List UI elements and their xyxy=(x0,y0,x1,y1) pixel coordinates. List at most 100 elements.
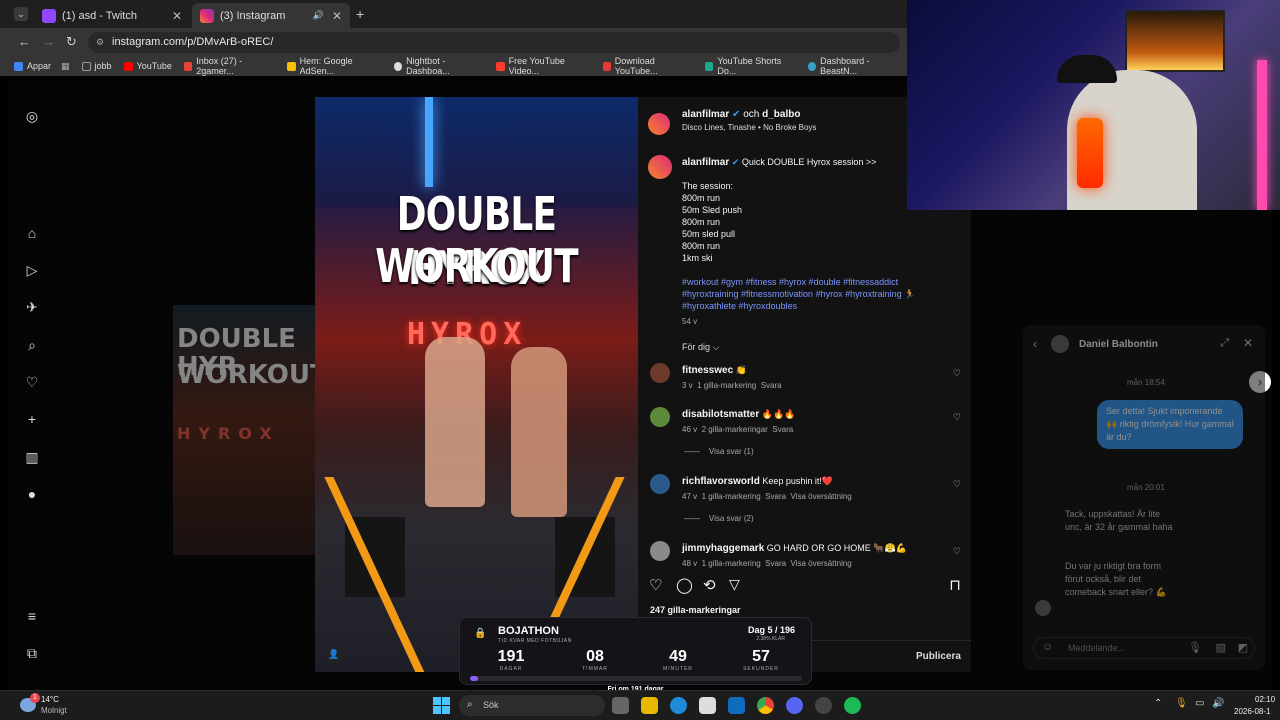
close-icon[interactable]: ✕ xyxy=(1243,336,1253,350)
network-icon[interactable]: ▭ xyxy=(1195,698,1204,709)
edge-icon[interactable] xyxy=(670,697,687,714)
obs-icon[interactable] xyxy=(815,697,832,714)
user-tag-icon[interactable]: 👤 xyxy=(325,645,343,663)
avatar[interactable] xyxy=(650,363,670,383)
new-tab-button[interactable]: + xyxy=(356,6,364,22)
comment-user[interactable]: richflavorsworld xyxy=(682,476,760,487)
create-icon[interactable]: + xyxy=(24,411,40,427)
audio-link[interactable]: Disco Lines, Tinashe • No Broke Boys xyxy=(682,123,816,132)
search-icon[interactable]: ⌕ xyxy=(24,337,40,353)
forward-icon[interactable]: → xyxy=(42,34,55,49)
repost-icon[interactable]: ⟲ xyxy=(703,576,716,594)
comment-icon[interactable]: ◯ xyxy=(676,576,693,594)
task-view-icon[interactable] xyxy=(612,697,629,714)
close-icon[interactable]: ✕ xyxy=(332,9,342,23)
spotify-icon[interactable] xyxy=(844,697,861,714)
save-icon[interactable]: ⊓ xyxy=(949,576,961,594)
dashboard-icon[interactable]: ▥ xyxy=(24,449,40,465)
emoji-icon[interactable]: ☺ xyxy=(1042,641,1053,653)
reels-icon[interactable]: ▷ xyxy=(24,262,40,278)
coauthor-link[interactable]: d_balbo xyxy=(762,109,800,120)
site-info-icon[interactable]: ⚙ xyxy=(96,36,104,49)
reply-button[interactable]: Svara xyxy=(772,425,793,434)
windows-start-icon[interactable] xyxy=(433,697,450,714)
bookmark-apps[interactable]: Appar xyxy=(14,61,51,71)
like-icon[interactable]: ♡ xyxy=(649,576,662,594)
share-icon[interactable]: ▽ xyxy=(729,576,740,593)
tray-chevron-icon[interactable]: ⌃ xyxy=(1154,698,1162,709)
dm-contact-name[interactable]: Daniel Balbontin xyxy=(1079,339,1158,350)
notifications-icon[interactable]: ♡ xyxy=(24,374,40,390)
discord-icon[interactable] xyxy=(786,697,803,714)
url-input[interactable]: ⚙ instagram.com/p/DMvArB-oREC/ xyxy=(88,32,900,53)
bookmark-beastn[interactable]: Dashboard - BeastN... xyxy=(807,56,902,76)
back-icon[interactable]: ‹ xyxy=(1033,337,1037,351)
heart-icon[interactable]: ♡ xyxy=(953,546,961,557)
outlook-icon[interactable] xyxy=(728,697,745,714)
avatar[interactable] xyxy=(648,155,672,179)
author-link[interactable]: alanfilmar xyxy=(682,157,729,168)
sticker-icon[interactable]: ◩ xyxy=(1238,641,1248,654)
store-icon[interactable] xyxy=(699,697,716,714)
image-icon[interactable]: ▨ xyxy=(1216,641,1226,654)
heart-icon[interactable]: ♡ xyxy=(953,479,961,490)
comment-likes[interactable]: 2 gilla-markeringar xyxy=(702,425,768,434)
expand-icon[interactable]: ⤢ xyxy=(1220,337,1229,350)
clock-date[interactable]: 2026-08-1 xyxy=(1234,707,1270,716)
back-icon[interactable]: ← xyxy=(18,34,31,49)
profile-avatar[interactable]: ● xyxy=(24,486,40,502)
messages-icon[interactable]: ✈ xyxy=(24,299,40,315)
view-replies[interactable]: —— Visa svar (1) xyxy=(684,447,754,456)
bookmark-download-youtube[interactable]: Download YouTube... xyxy=(602,56,694,76)
grid-icon[interactable]: ▦ xyxy=(61,61,70,72)
view-replies-label[interactable]: Visa svar (2) xyxy=(709,514,754,523)
comment-likes[interactable]: 1 gilla-markering xyxy=(697,381,756,390)
file-explorer-icon[interactable] xyxy=(641,697,658,714)
comment-likes[interactable]: 1 gilla-markering xyxy=(702,559,761,568)
reply-button[interactable]: Svara xyxy=(765,492,786,501)
hashtags[interactable]: #workout #gym #fitness #hyrox #double #f… xyxy=(682,276,968,312)
close-icon[interactable]: ✕ xyxy=(172,9,182,23)
likes-count[interactable]: 247 gilla-markeringar xyxy=(650,605,741,615)
heart-icon[interactable]: ♡ xyxy=(953,412,961,423)
heart-icon[interactable]: ♡ xyxy=(953,368,961,379)
reply-button[interactable]: Svara xyxy=(765,559,786,568)
message-input[interactable]: ☺ Meddelande... 🎙 ▨ ◩ xyxy=(1033,637,1255,659)
hashtag-line[interactable]: #workout #gym #fitness #hyrox #double #f… xyxy=(682,276,968,288)
avatar[interactable] xyxy=(650,541,670,561)
avatar[interactable] xyxy=(648,113,670,135)
bookmark-adsense[interactable]: Hem: Google AdSen... xyxy=(287,56,382,76)
comment-likes[interactable]: 1 gilla-markering xyxy=(702,492,761,501)
translate-link[interactable]: Visa översättning xyxy=(791,559,852,568)
reload-icon[interactable]: ↻ xyxy=(66,34,77,50)
tab-search-button[interactable]: ⌄ xyxy=(14,7,28,21)
more-apps-icon[interactable]: ⧉ xyxy=(24,645,40,661)
clock-time[interactable]: 02:10 xyxy=(1255,695,1275,704)
author-link[interactable]: alanfilmar xyxy=(682,109,729,120)
taskbar-search[interactable]: ⌕ Sök xyxy=(459,695,605,716)
bookmark-shorts[interactable]: YouTube Shorts Do... xyxy=(705,56,796,76)
publish-button[interactable]: Publicera xyxy=(916,651,961,662)
comment-filter[interactable]: För dig ⌵ xyxy=(682,342,719,353)
microphone-icon[interactable]: 🎙 xyxy=(1188,641,1202,654)
home-icon[interactable]: ⌂ xyxy=(24,225,40,241)
hashtag-line[interactable]: #hyroxathlete #hyroxdoubles xyxy=(682,300,968,312)
tab-twitch[interactable]: (1) asd - Twitch ✕ xyxy=(34,3,190,28)
view-replies[interactable]: —— Visa svar (2) xyxy=(684,514,754,523)
post-video[interactable]: DOUBLE HYROX WORKOUT HYROX 👤 xyxy=(315,97,638,672)
speaker-icon[interactable]: 🔊 xyxy=(313,10,324,21)
reply-button[interactable]: Svara xyxy=(761,381,782,390)
tab-instagram[interactable]: (3) Instagram 🔊 ✕ xyxy=(192,3,350,28)
microphone-icon[interactable]: 🎙 xyxy=(1175,698,1188,709)
comment-user[interactable]: jimmyhaggemark xyxy=(682,543,764,554)
instagram-logo-icon[interactable]: ◎ xyxy=(24,108,40,124)
comment-user[interactable]: fitnesswec xyxy=(682,365,733,376)
bookmark-gmail[interactable]: Inbox (27) - 2gamer... xyxy=(183,56,275,76)
bookmark-nightbot[interactable]: Nightbot - Dashboa... xyxy=(393,56,484,76)
avatar[interactable] xyxy=(650,474,670,494)
bookmark-folder-jobb[interactable]: jobb xyxy=(81,61,112,71)
comment-user[interactable]: disabilotsmatter xyxy=(682,409,759,420)
hashtag-line[interactable]: #hyroxtraining #fitnessmotivation #hyrox… xyxy=(682,288,968,300)
translate-link[interactable]: Visa översättning xyxy=(791,492,852,501)
chrome-icon[interactable] xyxy=(757,697,774,714)
